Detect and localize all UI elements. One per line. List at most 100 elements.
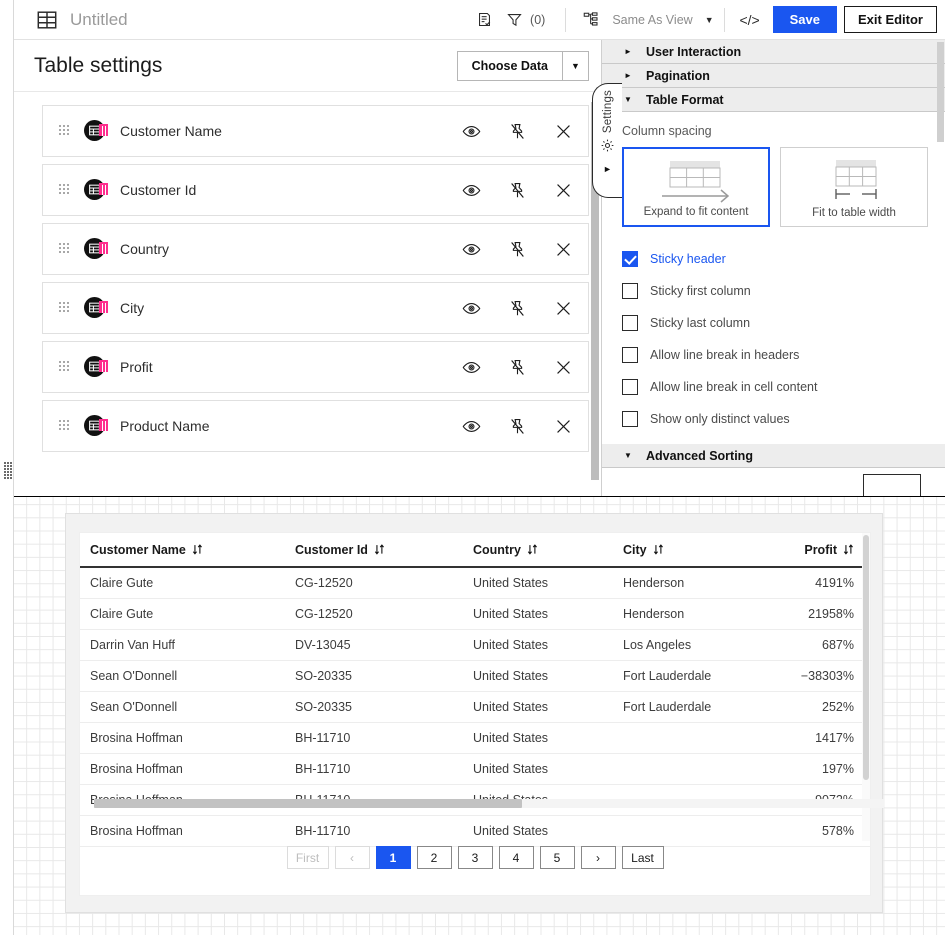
sort-updown-icon[interactable] — [527, 544, 538, 557]
drag-handle-icon[interactable] — [59, 242, 70, 256]
checkbox-row-sticky-last-column[interactable]: Sticky last column — [622, 307, 945, 339]
eye-icon[interactable] — [460, 297, 482, 319]
checkbox-icon[interactable] — [622, 251, 638, 267]
eye-icon[interactable] — [460, 238, 482, 260]
drag-handle-icon[interactable] — [59, 360, 70, 374]
field-type-icon — [84, 179, 108, 201]
field-row-actions — [460, 356, 574, 378]
pagination-button-3[interactable]: 3 — [457, 846, 493, 869]
table-row[interactable]: Sean O'Donnell SO-20335 United States Fort … — [80, 660, 870, 692]
table-vertical-scrollbar[interactable] — [862, 533, 870, 841]
eye-icon[interactable] — [460, 415, 482, 437]
hierarchy-icon[interactable] — [576, 6, 606, 34]
field-row[interactable]: City — [42, 282, 589, 334]
checkbox-row-sticky-first-column[interactable]: Sticky first column — [622, 275, 945, 307]
pagination-button-last[interactable]: Last — [621, 846, 664, 869]
checkbox-icon[interactable] — [622, 411, 638, 427]
table-row[interactable]: Brosina Hoffman BH-11710 United States 197% — [80, 753, 870, 785]
field-row[interactable]: Product Name — [42, 400, 589, 452]
close-icon[interactable] — [552, 238, 574, 260]
table-row[interactable]: Claire Gute CG-12520 United States Henderso… — [80, 567, 870, 599]
table-format-content: Column spacing Expand to fit content Fit… — [602, 112, 945, 435]
field-row[interactable]: Profit — [42, 341, 589, 393]
checkbox-row-allow-line-break-in-headers[interactable]: Allow line break in headers — [622, 339, 945, 371]
drag-handle-icon[interactable] — [59, 419, 70, 433]
code-view-button[interactable]: </> — [735, 6, 765, 34]
pagination-button-2[interactable]: 2 — [416, 846, 452, 869]
pin-off-icon[interactable] — [506, 356, 528, 378]
field-row[interactable]: Customer Id — [42, 164, 589, 216]
sort-updown-icon[interactable] — [192, 544, 203, 557]
document-title[interactable]: Untitled — [70, 10, 128, 30]
column-header[interactable]: Customer Name — [80, 533, 285, 568]
chevron-down-icon[interactable]: ▼ — [705, 15, 714, 25]
field-row[interactable]: Country — [42, 223, 589, 275]
field-type-icon — [84, 238, 108, 260]
checkbox-icon[interactable] — [622, 347, 638, 363]
pin-off-icon[interactable] — [506, 179, 528, 201]
pagination-button-5[interactable]: 5 — [539, 846, 575, 869]
settings-panel-tab[interactable]: Settings ► — [592, 83, 622, 198]
save-button[interactable]: Save — [772, 6, 837, 33]
field-row[interactable]: Customer Name — [42, 105, 589, 157]
checkbox-icon[interactable] — [622, 283, 638, 299]
close-icon[interactable] — [552, 179, 574, 201]
eye-icon[interactable] — [460, 120, 482, 142]
accordion-user-interaction[interactable]: ► User Interaction — [602, 40, 945, 64]
pin-off-icon[interactable] — [506, 120, 528, 142]
exit-editor-button[interactable]: Exit Editor — [843, 6, 937, 33]
filter-icon[interactable] — [499, 6, 529, 34]
table-row[interactable]: Brosina Hoffman BH-11710 United States 1417… — [80, 722, 870, 754]
close-icon[interactable] — [552, 356, 574, 378]
pin-off-icon[interactable] — [506, 297, 528, 319]
column-spacing-option-fit[interactable]: Fit to table width — [780, 147, 928, 227]
eye-icon[interactable] — [460, 356, 482, 378]
accordion-pagination[interactable]: ► Pagination — [602, 64, 945, 88]
table-cell: United States — [463, 660, 613, 692]
close-icon[interactable] — [552, 415, 574, 437]
checkbox-row-allow-line-break-in-cell-content[interactable]: Allow line break in cell content — [622, 371, 945, 403]
column-spacing-option-expand[interactable]: Expand to fit content — [622, 147, 770, 227]
sort-updown-icon[interactable] — [653, 544, 664, 557]
settings-panel-scrollbar-thumb[interactable] — [937, 42, 944, 142]
accordion-advanced-sorting[interactable]: ▼ Advanced Sorting — [602, 444, 945, 468]
table-horizontal-scroll-thumb[interactable] — [94, 799, 522, 808]
sort-updown-icon[interactable] — [374, 544, 385, 557]
drag-handle-icon[interactable] — [59, 124, 70, 138]
checkbox-icon[interactable] — [622, 379, 638, 395]
column-header[interactable]: Customer Id — [285, 533, 463, 568]
advanced-sorting-control[interactable] — [863, 474, 921, 496]
table-row[interactable]: Brosina Hoffman BH-11710 United States 578% — [80, 815, 870, 847]
table-row[interactable]: Darrin Van Huff DV-13045 United States Los … — [80, 629, 870, 661]
note-check-icon[interactable] — [469, 6, 499, 34]
table-cell: Darrin Van Huff — [80, 629, 285, 661]
checkbox-row-show-only-distinct-values[interactable]: Show only distinct values — [622, 403, 945, 435]
pagination-button-›[interactable]: › — [580, 846, 616, 869]
view-mode-label[interactable]: Same As View — [612, 13, 692, 27]
drag-handle-icon[interactable] — [59, 183, 70, 197]
choose-data-dropdown-icon[interactable]: ▼ — [563, 50, 589, 81]
table-row[interactable]: Sean O'Donnell SO-20335 United States Fort … — [80, 691, 870, 723]
collapse-panel-icon[interactable]: ► — [603, 164, 612, 174]
sort-updown-icon[interactable] — [843, 544, 854, 557]
eye-icon[interactable] — [460, 179, 482, 201]
checkbox-icon[interactable] — [622, 315, 638, 331]
column-header[interactable]: City — [613, 533, 748, 568]
column-header[interactable]: Profit — [748, 533, 870, 568]
pin-off-icon[interactable] — [506, 238, 528, 260]
pin-off-icon[interactable] — [506, 415, 528, 437]
pagination-button-4[interactable]: 4 — [498, 846, 534, 869]
choose-data-button[interactable]: Choose Data — [456, 50, 563, 81]
accordion-table-format[interactable]: ▼ Table Format — [602, 88, 945, 112]
table-vertical-scroll-thumb[interactable] — [863, 535, 869, 780]
pagination-button-1[interactable]: 1 — [375, 846, 411, 869]
drag-handle-icon[interactable] — [59, 301, 70, 315]
close-icon[interactable] — [552, 120, 574, 142]
accordion-label: User Interaction — [646, 44, 742, 59]
close-icon[interactable] — [552, 297, 574, 319]
checkbox-row-sticky-header[interactable]: Sticky header — [622, 243, 945, 275]
table-horizontal-scrollbar[interactable] — [94, 799, 884, 808]
table-row[interactable]: Claire Gute CG-12520 United States Henderso… — [80, 598, 870, 630]
canvas-drag-handle[interactable] — [4, 462, 14, 479]
column-header[interactable]: Country — [463, 533, 613, 568]
